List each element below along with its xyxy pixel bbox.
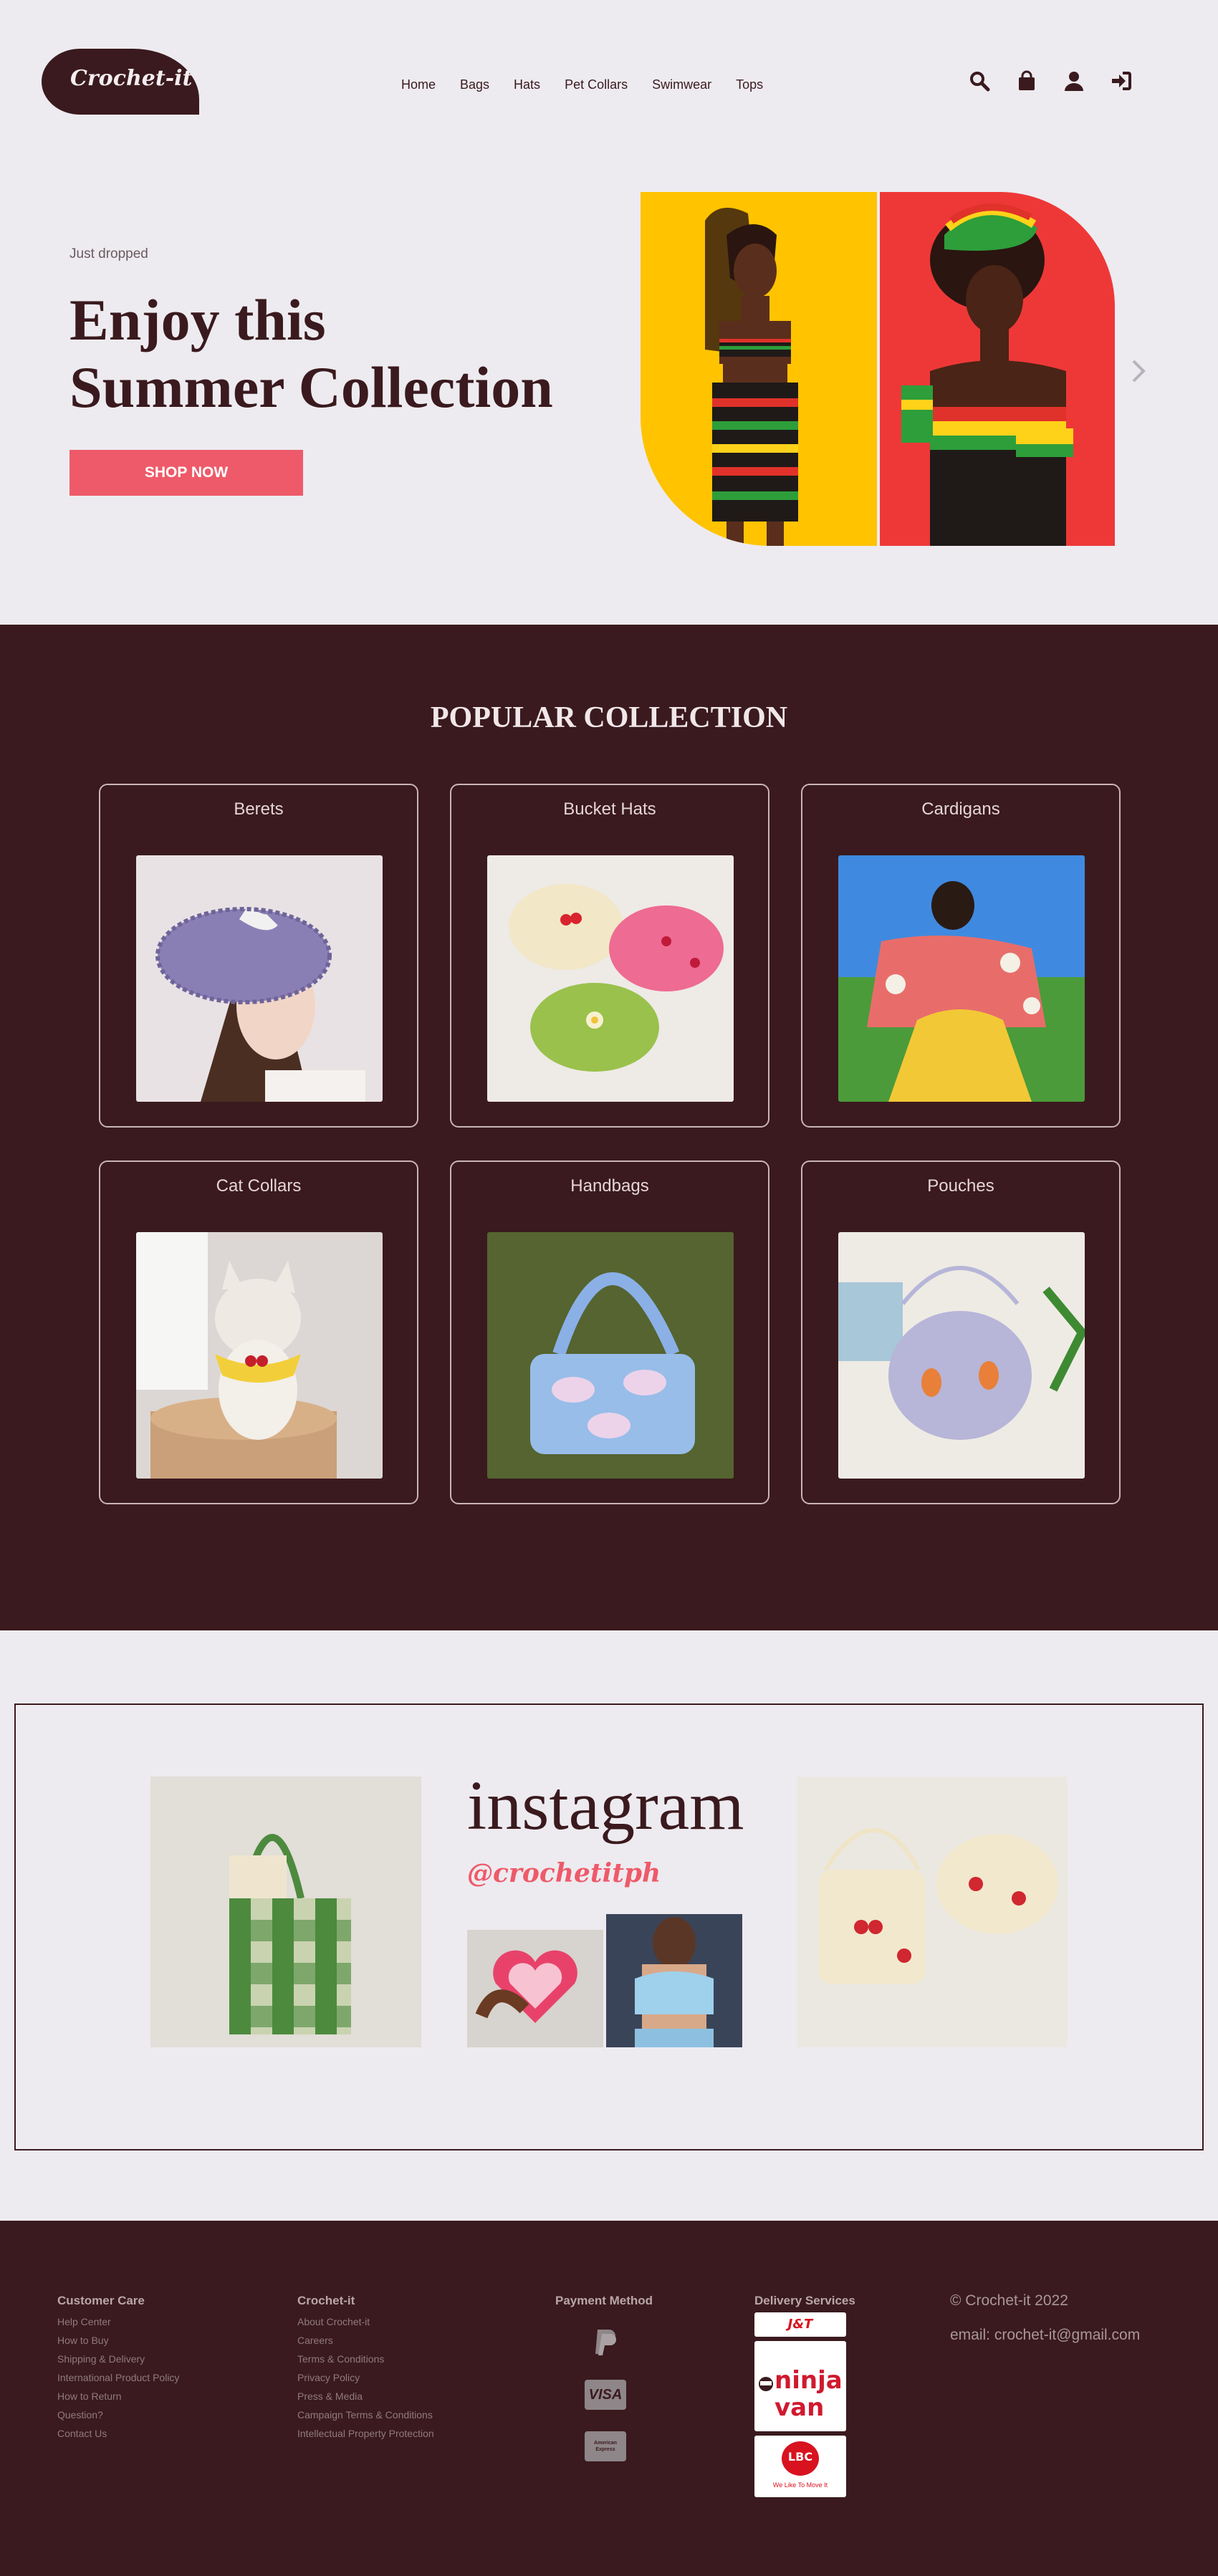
carousel-next-icon[interactable]	[1128, 357, 1149, 385]
card-label: Pouches	[927, 1176, 994, 1196]
search-icon[interactable]	[969, 70, 990, 92]
nav-swimwear[interactable]: Swimwear	[652, 77, 711, 92]
footer-heading-crochet-it: Crochet-it	[297, 2294, 355, 2307]
main-nav: Home Bags Hats Pet Collars Swimwear Tops	[401, 77, 787, 92]
header-icons	[969, 70, 1132, 92]
footer-link[interactable]: Intellectual Property Protection	[297, 2424, 434, 2443]
instagram-image-cherry-set[interactable]	[797, 1777, 1068, 2047]
nav-tops[interactable]: Tops	[736, 77, 763, 92]
logo-text: Crochet-it	[70, 66, 193, 91]
collection-card-cat-collars[interactable]: Cat Collars	[99, 1160, 418, 1504]
footer-heading-customer-care: Customer Care	[57, 2294, 145, 2307]
card-label: Cardigans	[921, 799, 1000, 819]
footer-link[interactable]: Shipping & Delivery	[57, 2350, 179, 2368]
footer-link[interactable]: About Crochet-it	[297, 2312, 434, 2331]
instagram-title: instagram	[467, 1767, 744, 1845]
hero-model-image-right	[880, 192, 1115, 546]
hero-title-line2: Summer Collection	[69, 355, 553, 420]
cat-collars-image	[136, 1232, 383, 1479]
amex-label: American Express	[594, 2441, 617, 2452]
jnt-express-logo: J&T EXPRESS	[754, 2312, 846, 2337]
popular-collection: POPULAR COLLECTION Berets Bucket Hats Ca…	[0, 625, 1218, 1630]
shop-now-button[interactable]: SHOP NOW	[69, 450, 303, 496]
nav-home[interactable]: Home	[401, 77, 436, 92]
nav-pet-collars[interactable]: Pet Collars	[565, 77, 628, 92]
collection-card-pouches[interactable]: Pouches	[801, 1160, 1121, 1504]
site-footer: Customer Care Help Center How to Buy Shi…	[0, 2221, 1218, 2576]
footer-heading-delivery: Delivery Services	[754, 2294, 855, 2307]
footer-link[interactable]: Contact Us	[57, 2424, 179, 2443]
contact-email[interactable]: email: crochet-it@gmail.com	[950, 2327, 1140, 2344]
logo[interactable]: Crochet-it	[42, 49, 199, 115]
card-label: Handbags	[570, 1176, 649, 1196]
footer-link[interactable]: How to Return	[57, 2387, 179, 2406]
footer-link[interactable]: Terms & Conditions	[297, 2350, 434, 2368]
sign-in-icon[interactable]	[1111, 70, 1132, 92]
site-header: Crochet-it Home Bags Hats Pet Collars Sw…	[0, 0, 1218, 172]
footer-link[interactable]: Help Center	[57, 2312, 179, 2331]
collection-card-handbags[interactable]: Handbags	[450, 1160, 769, 1504]
collection-card-cardigans[interactable]: Cardigans	[801, 784, 1121, 1128]
instagram-image-heart-bag[interactable]	[467, 1930, 603, 2047]
lbc-logo: LBC We Like To Move It	[754, 2436, 846, 2497]
hero-title: Enjoy this Summer Collection	[69, 287, 614, 421]
nav-bags[interactable]: Bags	[460, 77, 489, 92]
berets-image	[136, 855, 383, 1102]
popular-title: POPULAR COLLECTION	[430, 701, 788, 734]
ninja-van-label: ninja van	[775, 2366, 843, 2422]
paypal-icon	[595, 2330, 616, 2355]
ninja-van-logo: ninja van	[754, 2341, 846, 2431]
nav-hats[interactable]: Hats	[514, 77, 540, 92]
footer-link[interactable]: Careers	[297, 2331, 434, 2350]
footer-link[interactable]: Question?	[57, 2406, 179, 2424]
footer-link[interactable]: Press & Media	[297, 2387, 434, 2406]
amex-icon: American Express	[585, 2431, 626, 2461]
hero-subtitle: Just dropped	[69, 246, 148, 261]
pouches-image	[838, 1232, 1085, 1479]
card-label: Cat Collars	[216, 1176, 302, 1196]
footer-heading-payment: Payment Method	[555, 2294, 653, 2307]
lbc-label: LBC	[787, 2450, 813, 2464]
footer-link[interactable]: How to Buy	[57, 2331, 179, 2350]
bucket-hats-image	[487, 855, 734, 1102]
footer-link[interactable]: Privacy Policy	[297, 2368, 434, 2387]
collection-card-bucket-hats[interactable]: Bucket Hats	[450, 784, 769, 1128]
card-label: Bucket Hats	[563, 799, 656, 819]
footer-customer-care: Customer Care Help Center How to Buy Shi…	[57, 2294, 179, 2443]
jnt-express-label: J&T EXPRESS	[787, 2317, 813, 2332]
collection-card-berets[interactable]: Berets	[99, 784, 418, 1128]
instagram-image-tote-bag[interactable]	[150, 1777, 421, 2047]
lbc-tagline: We Like To Move It	[772, 2481, 828, 2489]
shopping-bag-icon[interactable]	[1016, 70, 1037, 92]
footer-link[interactable]: International Product Policy	[57, 2368, 179, 2387]
instagram-handle[interactable]: @crochetitph	[467, 1858, 661, 1888]
handbags-image	[487, 1232, 734, 1479]
visa-label: VISA	[588, 2387, 623, 2403]
instagram-image-blue-top[interactable]	[606, 1914, 742, 2047]
hero-title-line1: Enjoy this	[69, 287, 326, 352]
copyright: © Crochet-it 2022	[950, 2292, 1068, 2309]
cardigans-image	[838, 855, 1085, 1102]
user-icon[interactable]	[1063, 70, 1085, 92]
footer-link[interactable]: Campaign Terms & Conditions	[297, 2406, 434, 2424]
card-label: Berets	[234, 799, 284, 819]
visa-icon: VISA	[585, 2380, 626, 2410]
footer-crochet-it: Crochet-it About Crochet-it Careers Term…	[297, 2294, 434, 2443]
hero-model-image-left	[641, 192, 877, 546]
